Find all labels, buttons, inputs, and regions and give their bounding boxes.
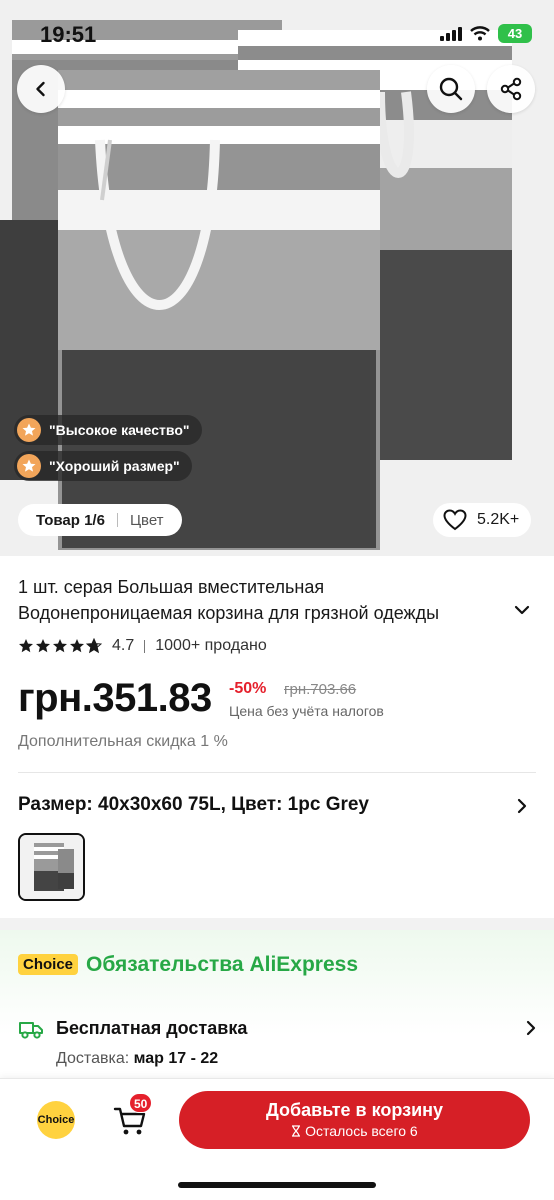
add-to-cart-button[interactable]: Добавьте в корзину Осталось всего 6 bbox=[179, 1091, 530, 1149]
divider bbox=[144, 639, 146, 653]
original-price: грн.703.66 bbox=[284, 681, 357, 698]
size-badge: "Хороший размер" bbox=[14, 451, 192, 481]
color-tab[interactable]: Цвет bbox=[130, 512, 164, 529]
add-to-cart-label: Добавьте в корзину bbox=[265, 1100, 444, 1120]
star-badge-icon bbox=[17, 418, 41, 442]
rating-value: 4.7 bbox=[112, 637, 135, 654]
wifi-icon bbox=[470, 26, 490, 41]
tax-note: Цена без учёта налогов bbox=[229, 703, 384, 719]
shipping-dates: Доставка: мар 17 - 22 bbox=[56, 1050, 218, 1068]
star-icon bbox=[36, 639, 50, 653]
sold-count: 1000+ продано bbox=[155, 637, 267, 654]
divider bbox=[116, 513, 118, 527]
product-image-gallery[interactable]: 19:51 43 "Высокое качество" "Хороший раз… bbox=[0, 0, 554, 556]
extra-discount: Дополнительная скидка 1 % bbox=[18, 733, 228, 750]
shipping-label: Доставка: bbox=[56, 1050, 134, 1067]
badge-label: "Хороший размер" bbox=[49, 458, 180, 474]
shipping-title: Бесплатная доставка bbox=[56, 1018, 248, 1038]
variant-thumbnail[interactable] bbox=[18, 833, 85, 901]
star-badge-icon bbox=[17, 454, 41, 478]
search-icon bbox=[439, 77, 463, 101]
stock-note-text: Осталось всего 6 bbox=[305, 1123, 418, 1139]
shipping-row[interactable]: Бесплатная доставка bbox=[18, 1016, 536, 1044]
back-arrow-icon bbox=[36, 81, 45, 97]
home-indicator bbox=[178, 1182, 376, 1188]
share-button[interactable] bbox=[487, 65, 535, 113]
stock-note: Осталось всего 6 bbox=[179, 1123, 530, 1139]
discount-percent: -50% bbox=[229, 680, 267, 697]
current-price: грн.351.83 bbox=[18, 676, 212, 720]
truck-icon bbox=[19, 1022, 43, 1039]
chevron-down-icon[interactable] bbox=[512, 600, 532, 620]
divider bbox=[18, 772, 536, 773]
chevron-right-icon[interactable] bbox=[524, 1019, 538, 1037]
shipping-date-range: мар 17 - 22 bbox=[133, 1050, 219, 1067]
image-counter: Товар 1/6 bbox=[36, 511, 105, 529]
share-icon bbox=[500, 77, 522, 101]
product-title[interactable]: 1 шт. серая Большая вместительная Водоне… bbox=[18, 574, 508, 626]
gallery-counter[interactable]: Товар 1/6 Цвет bbox=[18, 504, 182, 536]
rating-stars bbox=[18, 638, 102, 654]
battery-indicator: 43 bbox=[498, 24, 532, 43]
choice-button[interactable]: Choice bbox=[37, 1101, 75, 1139]
section-separator bbox=[0, 918, 554, 930]
star-half-icon bbox=[86, 638, 102, 654]
star-icon bbox=[19, 639, 33, 653]
product-title-line1: 1 шт. серая Большая вместительная bbox=[18, 577, 325, 597]
badge-label: "Высокое качество" bbox=[49, 422, 190, 438]
search-button[interactable] bbox=[427, 65, 475, 113]
back-button[interactable] bbox=[17, 65, 65, 113]
variant-selector[interactable]: Размер: 40x30x60 75L, Цвет: 1pc Grey bbox=[18, 794, 369, 816]
quality-badge: "Высокое качество" bbox=[14, 415, 202, 445]
cart-count-badge: 50 bbox=[129, 1093, 153, 1113]
chevron-right-icon[interactable] bbox=[514, 797, 530, 815]
star-icon bbox=[70, 639, 84, 653]
status-icons: 43 bbox=[440, 24, 532, 43]
signal-icon bbox=[440, 26, 462, 41]
rating-row[interactable]: 4.7 1000+ продано bbox=[18, 637, 267, 655]
variant-thumbnail-image bbox=[20, 835, 83, 899]
favorites-count: 5.2K+ bbox=[477, 511, 520, 528]
status-time: 19:51 bbox=[40, 22, 97, 47]
choice-tag: Choice bbox=[18, 954, 79, 975]
choice-title[interactable]: Обязательства AliExpress bbox=[86, 953, 358, 977]
status-bar: 19:51 43 bbox=[0, 0, 554, 62]
hourglass-icon bbox=[292, 1125, 301, 1137]
heart-icon bbox=[443, 509, 467, 531]
product-title-line2: Водонепроницаемая корзина для грязной од… bbox=[18, 603, 440, 623]
wishlist-button[interactable]: 5.2K+ bbox=[433, 503, 532, 537]
star-icon bbox=[53, 639, 67, 653]
